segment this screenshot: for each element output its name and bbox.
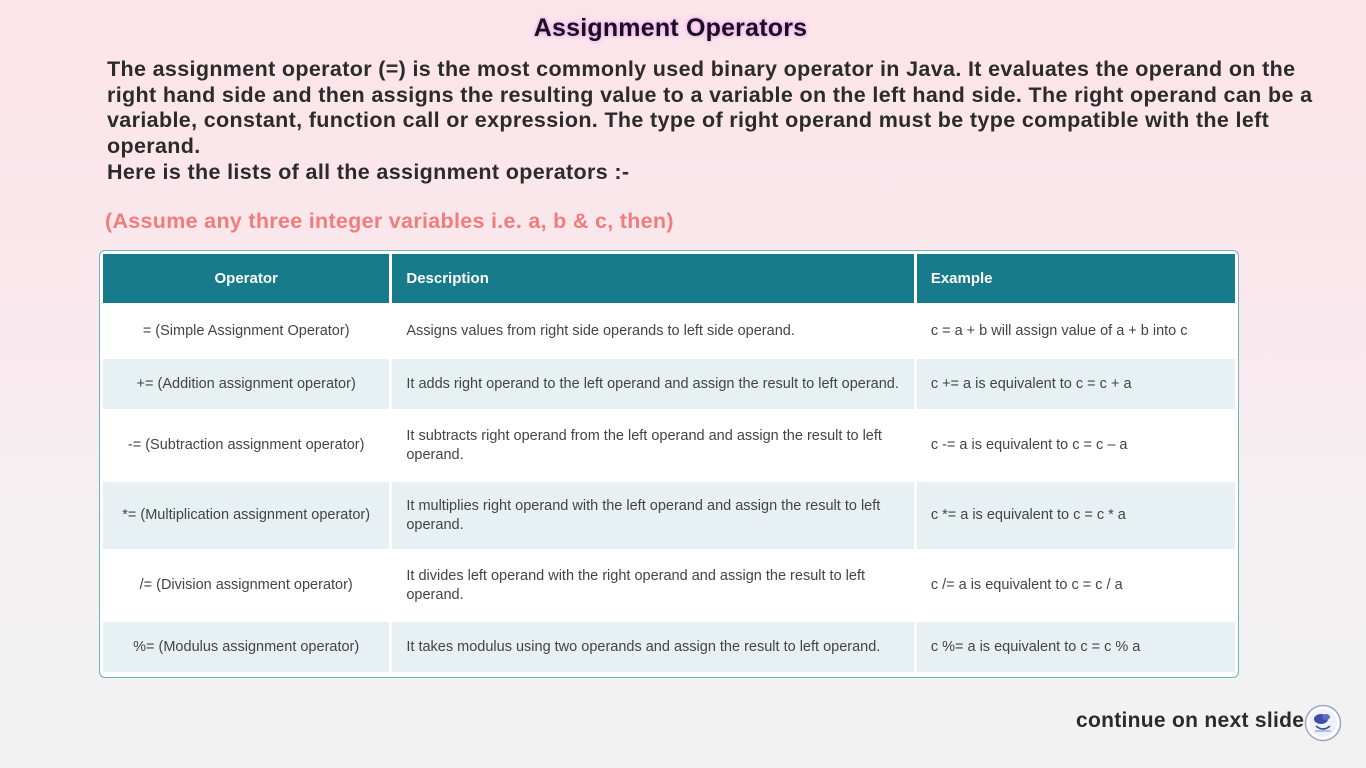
table-row: *= (Multiplication assignment operator) … [103,482,1235,549]
operators-table-container: Operator Description Example = (Simple A… [99,250,1239,678]
header-description: Description [392,254,914,303]
operator-cell: = (Simple Assignment Operator) [103,306,390,356]
description-cell: It takes modulus using two operands and … [392,622,914,672]
description-cell: It adds right operand to the left operan… [392,359,914,409]
table-header-row: Operator Description Example [103,254,1235,303]
description-cell: It subtracts right operand from the left… [392,412,914,479]
table-row: %= (Modulus assignment operator) It take… [103,622,1235,672]
example-cell: c += a is equivalent to c = c + a [916,359,1235,409]
header-example: Example [916,254,1235,303]
example-cell: c = a + b will assign value of a + b int… [916,306,1235,356]
operator-cell: -= (Subtraction assignment operator) [103,412,390,479]
operator-cell: /= (Division assignment operator) [103,552,390,619]
operator-cell: *= (Multiplication assignment operator) [103,482,390,549]
table-row: = (Simple Assignment Operator) Assigns v… [103,306,1235,356]
slide-title: Assignment Operators [533,14,808,42]
description-cell: Assigns values from right side operands … [392,306,914,356]
intro-paragraph: The assignment operator (=) is the most … [107,57,1313,158]
table-row: -= (Subtraction assignment operator) It … [103,412,1235,479]
example-cell: c *= a is equivalent to c = c * a [916,482,1235,549]
list-heading: Here is the lists of all the assignment … [107,160,630,184]
header-operator: Operator [103,254,390,303]
table-row: /= (Division assignment operator) It div… [103,552,1235,619]
example-cell: c %= a is equivalent to c = c % a [916,622,1235,672]
table-row: += (Addition assignment operator) It add… [103,359,1235,409]
operators-table: Operator Description Example = (Simple A… [100,251,1238,675]
example-cell: c /= a is equivalent to c = c / a [916,552,1235,619]
assumption-note: (Assume any three integer variables i.e.… [105,209,674,233]
example-cell: c -= a is equivalent to c = c – a [916,412,1235,479]
operator-cell: += (Addition assignment operator) [103,359,390,409]
description-cell: It multiplies right operand with the lef… [392,482,914,549]
presenter-logo-icon [1304,704,1342,742]
operator-cell: %= (Modulus assignment operator) [103,622,390,672]
continue-footer: continue on next slide. [1076,709,1311,732]
description-cell: It divides left operand with the right o… [392,552,914,619]
